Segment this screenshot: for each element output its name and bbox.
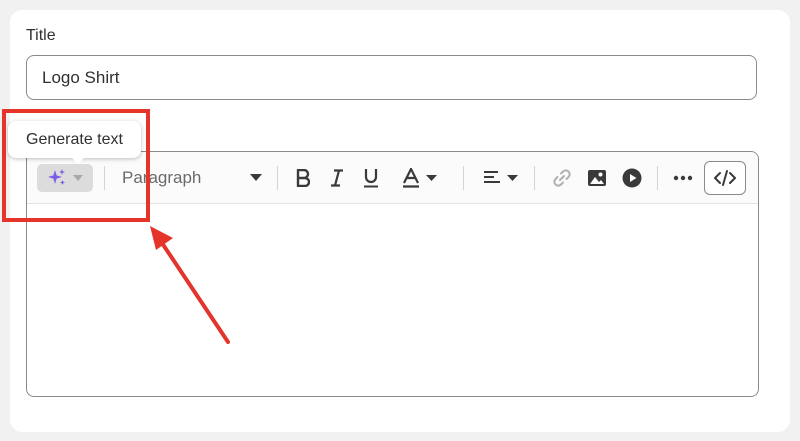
annotation-arrow bbox=[150, 226, 230, 344]
